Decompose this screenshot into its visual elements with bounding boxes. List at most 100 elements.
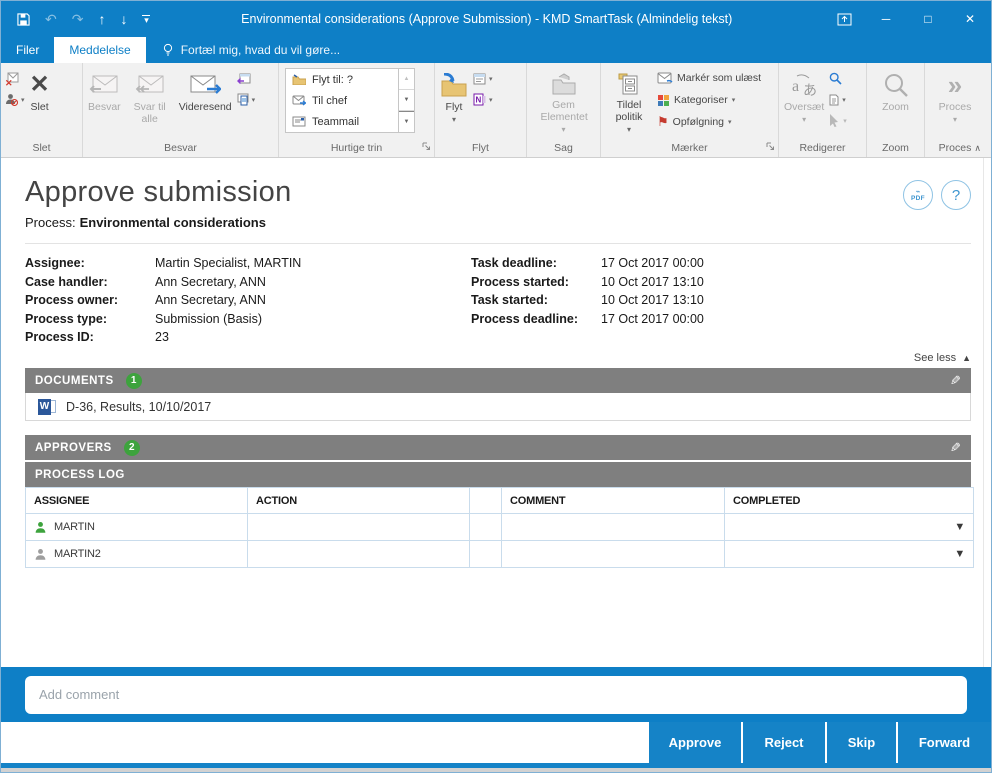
log-comment: [502, 541, 725, 568]
follow-up-button[interactable]: ⚑ Opfølgning ▾: [657, 113, 761, 131]
move-folder-icon: [440, 68, 468, 101]
skip-button[interactable]: Skip: [827, 722, 896, 763]
assign-policy-button[interactable]: Tildel politik ▾: [603, 66, 655, 136]
dropdown-arrow-icon: ▾: [802, 114, 806, 126]
scrollbar-track[interactable]: [983, 158, 984, 667]
customize-qat-icon[interactable]: ▾: [142, 15, 150, 23]
ignore-button[interactable]: ✕: [5, 70, 25, 87]
svg-text:a: a: [792, 78, 799, 95]
export-pdf-button[interactable]: ⌁ PDF: [903, 180, 933, 210]
junk-button[interactable]: ▾: [5, 91, 25, 108]
mark-unread-button[interactable]: Markér som ulæst: [657, 69, 761, 87]
completed-dropdown[interactable]: ▼: [725, 514, 974, 541]
col-assignee: ASSIGNEE: [26, 488, 248, 514]
task-started-value: 10 Oct 2017 13:10: [601, 293, 971, 307]
rules-button[interactable]: ▾: [473, 70, 493, 87]
comment-input[interactable]: [25, 676, 967, 714]
dropdown-arrow-icon: ▾: [627, 124, 631, 136]
quick-step-to-manager[interactable]: Til chef: [286, 90, 398, 111]
move-down-icon[interactable]: ↓: [120, 12, 127, 26]
case-handler-value: Ann Secretary, ANN: [155, 275, 471, 289]
approve-button[interactable]: Approve: [649, 722, 741, 763]
comment-bar: [1, 667, 991, 722]
group-label-maerker: Mærker: [601, 138, 778, 157]
dropdown-arrow-icon: ▾: [21, 96, 25, 104]
approvers-section-header[interactable]: APPROVERS 2 ✎: [25, 435, 971, 460]
quick-steps-gallery: Flyt til: ? Til chef Teammail ▲: [285, 68, 415, 133]
process-started-value: 10 Oct 2017 13:10: [601, 275, 971, 289]
page-title: Approve submission: [25, 176, 292, 209]
meeting-reply-button[interactable]: [237, 70, 256, 87]
gallery-scrollbar[interactable]: ▲ ▼ ▼: [398, 69, 414, 132]
move-button[interactable]: Flyt ▾: [437, 66, 471, 136]
quick-access-toolbar: ↶ ↷ ↑ ↓ ▾: [1, 12, 150, 26]
process-log-title: PROCESS LOG: [35, 469, 125, 481]
gallery-scroll-up-icon[interactable]: ▲: [399, 69, 414, 90]
gallery-more-icon[interactable]: ▼: [399, 111, 414, 132]
person-icon-active: [34, 521, 47, 534]
dialog-launcher-icon[interactable]: [766, 142, 775, 151]
dropdown-arrow-icon: ▾: [842, 96, 846, 104]
approvers-count-badge: 2: [124, 440, 140, 456]
quick-step-teammail[interactable]: Teammail: [286, 111, 398, 132]
log-assignee: MARTIN2: [54, 548, 101, 560]
maximize-button[interactable]: □: [907, 1, 949, 37]
quick-step-move-to[interactable]: Flyt til: ?: [286, 69, 398, 90]
app-window: ↶ ↷ ↑ ↓ ▾ Environmental considerations (…: [0, 0, 992, 773]
group-maerker: Tildel politik ▾ Markér som ulæst Katego…: [601, 63, 779, 157]
close-button[interactable]: ✕: [949, 1, 991, 37]
select-button: ▾: [829, 112, 847, 129]
assign-policy-icon: [617, 68, 641, 99]
task-details: Assignee:Martin Specialist, MARTIN Case …: [25, 256, 971, 344]
minimize-button[interactable]: ─: [865, 1, 907, 37]
word-document-icon: W: [38, 399, 56, 415]
dialog-launcher-icon[interactable]: [422, 142, 431, 151]
completed-dropdown[interactable]: ▼: [725, 541, 974, 568]
save-icon[interactable]: [17, 13, 30, 26]
im-reply-button[interactable]: ▾: [237, 91, 256, 108]
person-icon-inactive: [34, 548, 47, 561]
find-button[interactable]: [829, 70, 847, 87]
forward-button[interactable]: Videresend: [176, 66, 235, 136]
document-name: D-36, Results, 10/10/2017: [66, 400, 211, 414]
edit-documents-icon[interactable]: ✎: [950, 373, 961, 389]
process-log-table: ASSIGNEE ACTION COMMENT COMPLETED MARTIN…: [25, 487, 974, 568]
group-sag: Gem Elementet ▾ Sag: [527, 63, 601, 157]
document-row[interactable]: W D-36, Results, 10/10/2017: [25, 393, 971, 421]
related-button[interactable]: ▾: [829, 91, 847, 108]
col-completed: COMPLETED: [725, 488, 974, 514]
edit-approvers-icon[interactable]: ✎: [950, 440, 961, 456]
move-up-icon[interactable]: ↑: [98, 12, 105, 26]
process-subtitle: Process:Environmental considerations: [25, 215, 971, 230]
col-action: ACTION: [248, 488, 470, 514]
table-row[interactable]: MARTIN2 ▼: [26, 541, 974, 568]
documents-section-header[interactable]: DOCUMENTS 1 ✎: [25, 368, 971, 393]
onenote-button[interactable]: N ▾: [473, 91, 493, 108]
ribbon-display-options-icon[interactable]: [823, 1, 865, 37]
zoom-magnifier-icon: [883, 68, 909, 101]
categorize-button[interactable]: Kategoriser ▾: [657, 91, 761, 109]
log-action: [248, 514, 470, 541]
col-spacer: [470, 488, 502, 514]
tell-me-box[interactable]: Fortæl mig, hvad du vil gøre...: [146, 37, 340, 63]
forward-button-action[interactable]: Forward: [898, 722, 991, 763]
help-button[interactable]: ?: [941, 180, 971, 210]
window-controls: ─ □ ✕: [823, 1, 991, 37]
reject-button[interactable]: Reject: [743, 722, 825, 763]
table-row[interactable]: MARTIN ▼: [26, 514, 974, 541]
delete-button[interactable]: ✕ Slet: [27, 66, 53, 136]
see-less-link[interactable]: See less ▲: [25, 352, 971, 364]
redo-icon: ↷: [72, 12, 84, 26]
dropdown-arrow-icon: ▾: [732, 96, 736, 104]
process-log-section-header[interactable]: PROCESS LOG: [25, 462, 971, 487]
reply-button: Besvar: [85, 66, 124, 136]
collapse-ribbon-icon[interactable]: ∧: [974, 143, 981, 154]
tab-file[interactable]: Filer: [1, 37, 54, 63]
collapse-arrow-icon: ▲: [962, 353, 971, 363]
title-bar: ↶ ↷ ↑ ↓ ▾ Environmental considerations (…: [1, 1, 991, 37]
gallery-scroll-down-icon[interactable]: ▼: [399, 90, 414, 111]
table-header-row: ASSIGNEE ACTION COMMENT COMPLETED: [26, 488, 974, 514]
tab-message[interactable]: Meddelelse: [54, 37, 145, 63]
ribbon-tab-row: Filer Meddelelse Fortæl mig, hvad du vil…: [1, 37, 991, 63]
translate-button: aあ Oversæt ▾: [781, 66, 827, 136]
